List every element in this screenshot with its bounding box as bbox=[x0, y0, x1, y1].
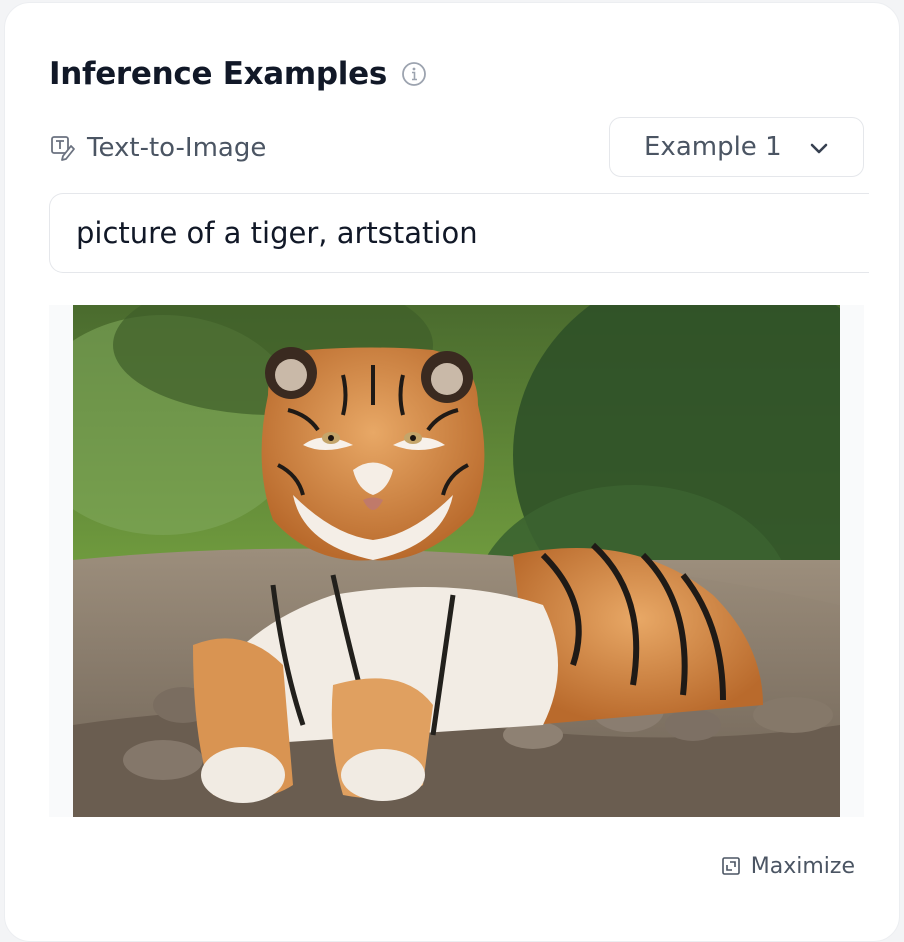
chevron-down-icon bbox=[807, 136, 831, 160]
info-icon[interactable] bbox=[401, 61, 427, 87]
output-image-frame bbox=[49, 305, 864, 817]
inference-widget: Inference Examples Text-to-Image Example… bbox=[4, 2, 900, 942]
widget-title: Inference Examples bbox=[49, 56, 387, 92]
prompt-text: picture of a tiger, artstation bbox=[76, 216, 478, 250]
maximize-button[interactable]: Maximize bbox=[721, 851, 855, 881]
task-label: Text-to-Image bbox=[87, 133, 267, 163]
prompt-input[interactable]: picture of a tiger, artstation bbox=[49, 193, 869, 273]
task-type: Text-to-Image bbox=[49, 127, 266, 169]
maximize-icon bbox=[721, 856, 741, 876]
example-select[interactable]: Example 1 bbox=[609, 117, 864, 177]
text-to-image-icon bbox=[49, 134, 77, 162]
example-select-value: Example 1 bbox=[644, 132, 782, 162]
maximize-label: Maximize bbox=[750, 853, 855, 879]
output-image-tiger bbox=[73, 305, 840, 817]
widget-header: Inference Examples bbox=[49, 53, 427, 95]
